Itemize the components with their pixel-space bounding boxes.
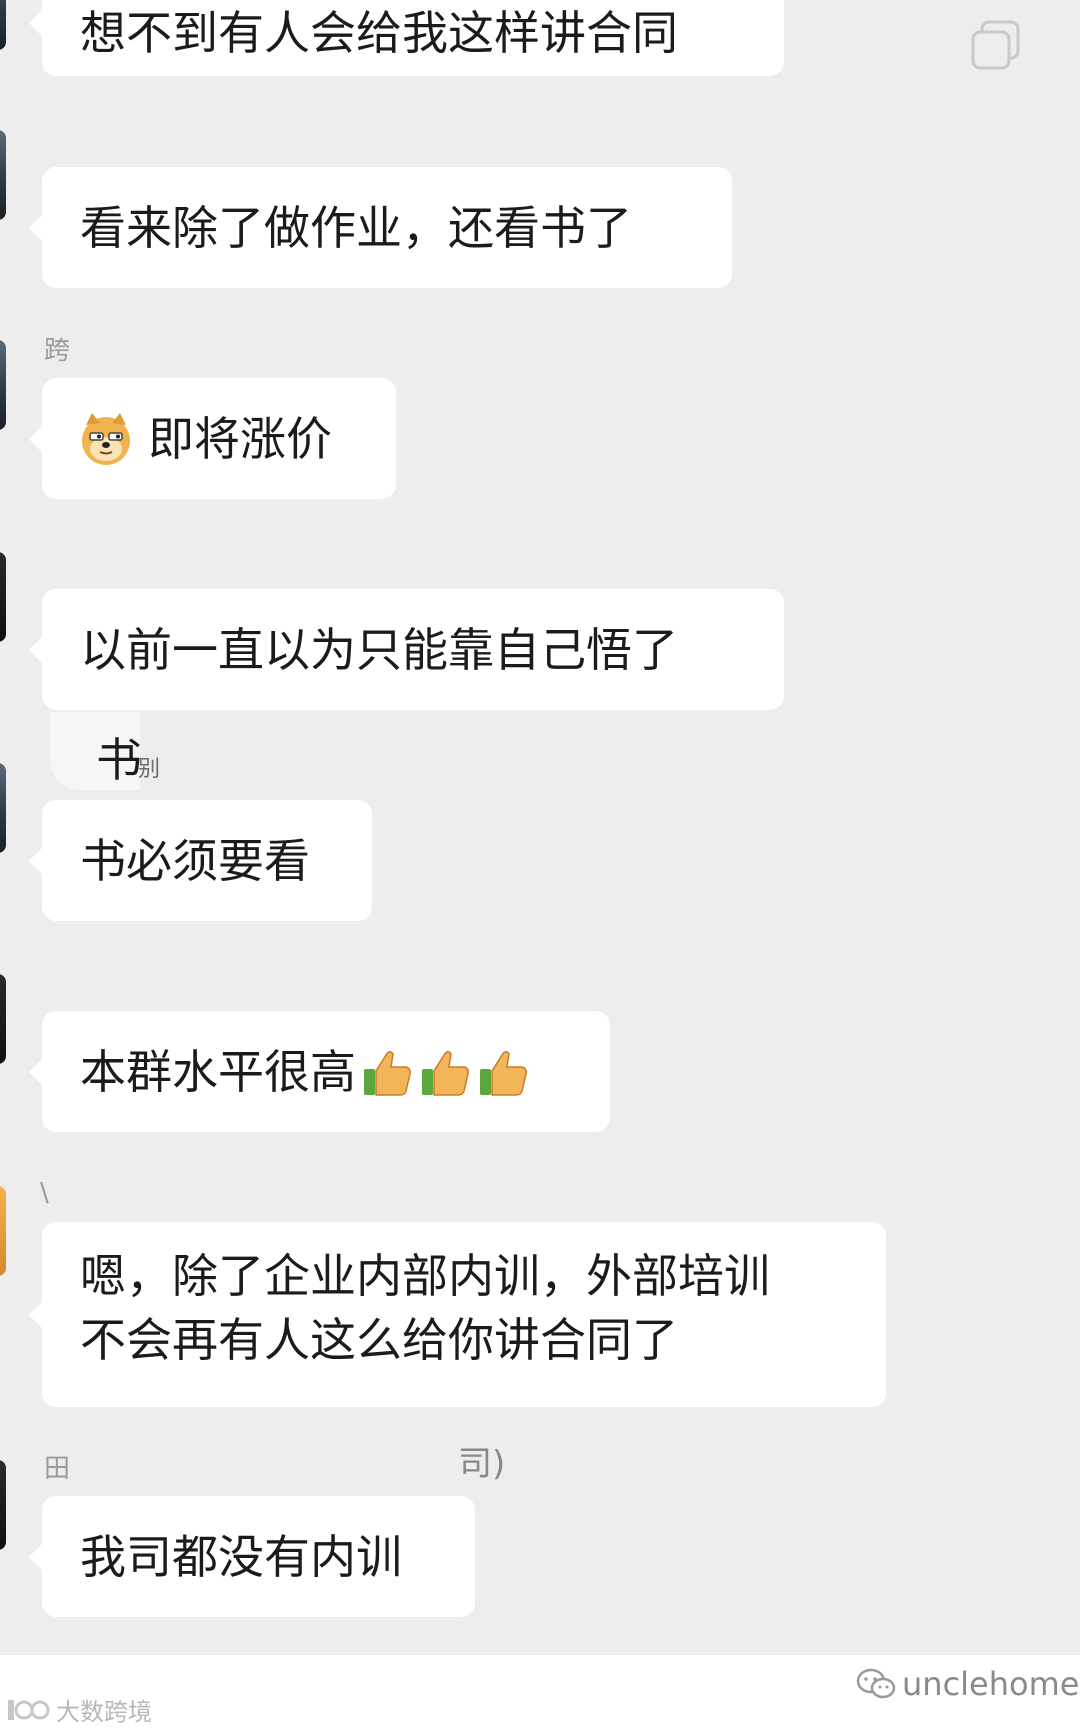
message-bubble[interactable]: 书必须要看 bbox=[29, 800, 372, 921]
message-text: 我司都没有内训 bbox=[80, 1529, 402, 1584]
watermark-left: 大数跨境 bbox=[6, 1692, 152, 1727]
message-text: 以前一直以为只能靠自己悟了 bbox=[80, 622, 678, 677]
thumbs-up-icon bbox=[422, 1050, 469, 1096]
avatar[interactable] bbox=[0, 1186, 6, 1276]
chat-area: 想不到有人会给我这样讲合同 看来除了做作业，还看书了 跨 即将涨价 以前一直以为… bbox=[0, 0, 1080, 1655]
message-bubble[interactable]: 想不到有人会给我这样讲合同 bbox=[29, 0, 784, 76]
avatar[interactable] bbox=[0, 974, 6, 1064]
thumbs-up-icon bbox=[364, 1050, 411, 1096]
message-text: 想不到有人会给我这样讲合同 bbox=[80, 6, 678, 60]
avatar[interactable] bbox=[0, 130, 6, 220]
thumbs-up-icon bbox=[480, 1050, 527, 1096]
message-text: 本群水平很高 bbox=[80, 1044, 356, 1099]
watermark-logo-icon bbox=[8, 1699, 50, 1720]
message-bubble[interactable]: 本群水平很高 bbox=[29, 1011, 610, 1132]
message-text: 看来除了做作业，还看书了 bbox=[80, 200, 632, 255]
message-bubble[interactable]: 看来除了做作业，还看书了 bbox=[29, 167, 732, 288]
message-text: 嗯，除了企业内部内训，外部培训 不会再有人这么给你讲合同了 bbox=[80, 1249, 770, 1367]
message-bubble[interactable]: 即将涨价 bbox=[29, 378, 396, 499]
avatar[interactable] bbox=[0, 0, 6, 50]
message-bubble[interactable]: 我司都没有内训 bbox=[29, 1496, 475, 1617]
sender-name: 跨 bbox=[44, 336, 71, 366]
avatar[interactable] bbox=[0, 552, 6, 642]
avatar[interactable] bbox=[0, 1460, 6, 1550]
sender-name-tail: 司) bbox=[458, 1444, 506, 1484]
message-text: 即将涨价 bbox=[148, 411, 332, 466]
avatar[interactable] bbox=[0, 340, 6, 430]
doge-emoji-icon bbox=[82, 412, 130, 465]
copy-icon[interactable] bbox=[968, 18, 1024, 74]
message-bubble[interactable]: 嗯，除了企业内部内训，外部培训 不会再有人这么给你讲合同了 bbox=[29, 1222, 886, 1407]
wechat-icon bbox=[856, 1668, 896, 1699]
sender-name: \ bbox=[40, 1178, 49, 1208]
watermark-right: unclehome bbox=[856, 1665, 1079, 1703]
message-bubble[interactable]: 以前一直以为只能靠自己悟了 bbox=[29, 589, 784, 710]
quoted-text: 书别 bbox=[96, 733, 161, 787]
sender-name: 田 bbox=[44, 1454, 71, 1484]
avatar[interactable] bbox=[0, 763, 6, 853]
message-text: 书必须要看 bbox=[80, 833, 310, 888]
